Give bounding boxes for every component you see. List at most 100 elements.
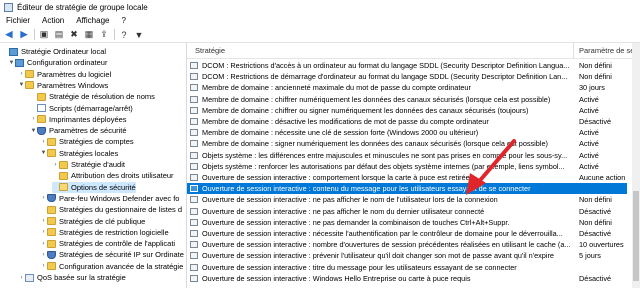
policy-row[interactable]: Membre de domaine : ancienneté maximale … — [187, 82, 627, 93]
tree-node[interactable]: › Pare-feu Windows Defender avec fo — [40, 193, 180, 204]
tree-node[interactable]: Scripts (démarrage/arrêt) — [30, 103, 133, 114]
vertical-scrollbar[interactable] — [632, 43, 640, 288]
back-arrow-icon[interactable]: ◀ — [3, 29, 15, 41]
policy-name: Ouverture de session interactive : ne pa… — [202, 206, 485, 216]
menu-action[interactable]: Action — [42, 16, 64, 25]
policy-name: Ouverture de session interactive : titre… — [202, 262, 517, 272]
folder-icon — [59, 160, 68, 169]
menu-affichage[interactable]: Affichage — [76, 16, 109, 25]
policy-row[interactable]: Ouverture de session interactive : nombr… — [187, 239, 627, 250]
column-header-policy[interactable]: Stratégie — [195, 46, 225, 55]
expand-toggle-icon[interactable]: › — [18, 71, 25, 77]
export-list-icon[interactable]: ⇪ — [98, 29, 110, 41]
policy-setting: Activé — [579, 94, 599, 104]
app-icon — [4, 2, 13, 12]
policy-row[interactable]: Membre de domaine : nécessite une clé de… — [187, 127, 627, 138]
tree-node[interactable]: Stratégie Ordinateur local — [2, 46, 106, 57]
expand-toggle-icon[interactable]: › — [40, 252, 47, 258]
policy-row[interactable]: Membre de domaine : désactive les modifi… — [187, 116, 627, 127]
policy-name: Ouverture de session interactive : ne pa… — [202, 217, 510, 227]
expand-toggle-icon[interactable]: › — [52, 162, 59, 168]
policy-row[interactable]: Membre de domaine : chiffrer ou signer n… — [187, 105, 627, 116]
policy-setting: 5 jours — [579, 251, 601, 261]
policy-row[interactable]: DCOM : Restrictions d'accès à un ordinat… — [187, 60, 627, 71]
help-icon[interactable]: ? — [118, 29, 130, 41]
policy-row[interactable]: Ouverture de session interactive : néces… — [187, 228, 627, 239]
tree-node[interactable]: Stratégie de résolution de noms — [30, 91, 155, 102]
tree-node[interactable]: ▼ Paramètres Windows — [18, 80, 109, 91]
shield-icon — [47, 250, 56, 259]
tree-node[interactable]: Stratégies du gestionnaire de listes d — [40, 204, 182, 215]
show-hide-tree-icon[interactable]: ▤ — [53, 29, 65, 41]
policy-row[interactable]: Ouverture de session interactive : Windo… — [187, 273, 627, 284]
folder-icon — [37, 115, 46, 124]
menu-fichier[interactable]: Fichier — [6, 16, 30, 25]
policy-setting: Désactivé — [579, 117, 612, 126]
tree-node[interactable]: › Imprimantes déployées — [30, 114, 127, 125]
tree-node[interactable]: › Stratégies de comptes — [40, 136, 134, 147]
tree-node[interactable]: › Stratégies de clé publique — [40, 216, 146, 227]
title-bar: Éditeur de stratégie de groupe locale — [0, 0, 640, 14]
expand-toggle-icon[interactable]: › — [40, 195, 47, 201]
tree-node-label: Scripts (démarrage/arrêt) — [49, 103, 133, 113]
tree-node[interactable]: › Paramètres du logiciel — [18, 69, 112, 80]
tree-node[interactable]: › Stratégies de restriction logicielle — [40, 227, 169, 238]
policy-row[interactable]: Ouverture de session interactive : titre… — [187, 262, 627, 273]
expand-toggle-icon[interactable]: ▼ — [40, 150, 47, 156]
policy-row[interactable]: Ouverture de session interactive : ne pa… — [187, 206, 627, 217]
policy-row[interactable]: DCOM : Restrictions de démarrage d'ordin… — [187, 71, 627, 82]
chart-icon — [25, 273, 34, 282]
expand-toggle-icon[interactable]: › — [40, 139, 47, 145]
policy-icon — [190, 62, 198, 69]
filter-icon[interactable]: ▼ — [133, 29, 145, 41]
scrollbar-thumb[interactable] — [633, 191, 639, 281]
policy-row[interactable]: Ouverture de session interactive : préve… — [187, 250, 627, 261]
computer-icon — [15, 58, 24, 67]
policy-row[interactable]: Ouverture de session interactive : compo… — [187, 172, 627, 183]
tree-node[interactable]: ▼ Configuration ordinateur — [8, 57, 108, 68]
window-title: Éditeur de stratégie de groupe locale — [17, 2, 148, 12]
policy-row[interactable]: Objets système : renforcer les autorisat… — [187, 161, 627, 172]
expand-toggle-icon[interactable]: › — [40, 241, 47, 247]
tree-node[interactable]: ▼ Stratégies locales — [40, 148, 119, 159]
tree-node[interactable]: Attribution des droits utilisateur — [52, 170, 174, 181]
delete-icon[interactable]: ✖ — [68, 29, 80, 41]
properties-icon[interactable]: ▦ — [83, 29, 95, 41]
policy-row[interactable]: Membre de domaine : chiffrer numériqueme… — [187, 94, 627, 105]
tree-node-label: Stratégies de sécurité IP sur Ordinate — [59, 250, 184, 260]
policy-row[interactable]: Ouverture de session interactive : ne pa… — [187, 217, 627, 228]
expand-toggle-icon[interactable]: › — [40, 229, 47, 235]
tree-node[interactable]: › Stratégies de contrôle de l'applicati — [40, 238, 176, 249]
policy-row[interactable]: Membre de domaine : signer numériquement… — [187, 138, 627, 149]
policy-icon — [190, 241, 198, 249]
policy-row[interactable]: Ouverture de session interactive : conte… — [187, 183, 627, 195]
tree-node[interactable]: › Configuration avancée de la stratégie — [40, 261, 184, 272]
tree-node[interactable]: Options de sécurité — [52, 181, 136, 193]
expand-toggle-icon[interactable]: ▼ — [8, 60, 15, 66]
tree-node[interactable]: › QoS basée sur la stratégie — [18, 272, 126, 283]
policy-icon — [190, 218, 198, 226]
expand-toggle-icon[interactable]: › — [30, 116, 37, 122]
policy-setting: Activé — [579, 139, 599, 149]
policy-name: Ouverture de session interactive : nombr… — [202, 240, 571, 250]
policy-setting: Non défini — [579, 61, 612, 70]
tree-node[interactable]: › Stratégie d'audit — [52, 159, 125, 170]
column-divider[interactable] — [573, 43, 574, 58]
tree-node[interactable]: ▼ Paramètres de sécurité — [30, 125, 127, 136]
expand-toggle-icon[interactable]: ▼ — [18, 82, 25, 88]
expand-toggle-icon[interactable]: ▼ — [30, 128, 37, 134]
expand-toggle-icon[interactable]: › — [40, 263, 47, 269]
policy-setting: Activé — [579, 150, 599, 160]
column-header-setting[interactable]: Paramètre de sé — [579, 46, 634, 55]
expand-toggle-icon[interactable]: › — [18, 275, 25, 281]
up-folder-icon[interactable]: ▣ — [38, 29, 50, 41]
policy-row[interactable]: Ouverture de session interactive : ne pa… — [187, 194, 627, 205]
policy-icon — [190, 151, 198, 159]
tree-node-label: Stratégie de résolution de noms — [49, 92, 155, 102]
policy-row[interactable]: Objets système : les différences entre m… — [187, 150, 627, 161]
forward-arrow-icon[interactable]: ▶ — [18, 29, 30, 41]
expand-toggle-icon[interactable]: › — [40, 218, 47, 224]
policy-setting: Activé — [579, 161, 599, 171]
tree-node[interactable]: › Stratégies de sécurité IP sur Ordinate — [40, 249, 184, 260]
menu-help[interactable]: ? — [121, 16, 125, 25]
